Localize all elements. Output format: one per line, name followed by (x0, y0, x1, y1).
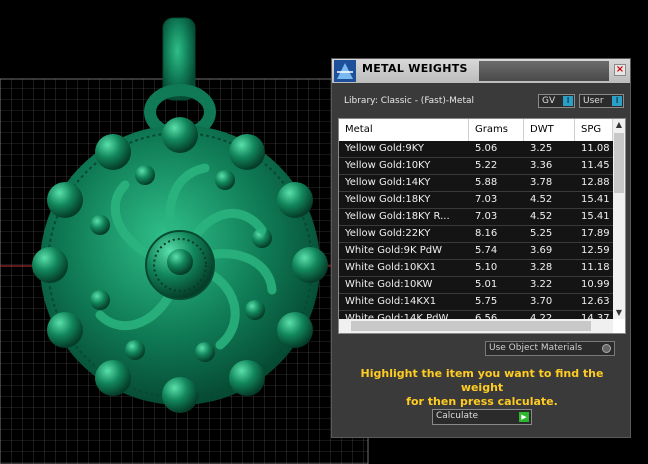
gv-switch-icon: I (563, 96, 573, 106)
table-row[interactable]: Yellow Gold:18KY R... 7.03 4.52 15.41 (339, 209, 613, 226)
table-row[interactable]: Yellow Gold:22KY 8.16 5.25 17.89 (339, 226, 613, 243)
table-row[interactable]: Yellow Gold:9KY 5.06 3.25 11.08 (339, 141, 613, 158)
calculate-button[interactable]: Calculate ▶ (432, 409, 532, 425)
user-toggle[interactable]: User I (579, 94, 624, 108)
scale-logo-icon (334, 60, 356, 82)
use-object-materials-label: Use Object Materials (489, 343, 583, 353)
cell-spg: 10.99 (581, 279, 610, 290)
panel-title: METAL WEIGHTS (362, 62, 468, 75)
radio-icon (602, 344, 611, 353)
column-header-dwt[interactable]: DWT (524, 119, 575, 141)
cell-metal: White Gold:9K PdW (345, 245, 442, 256)
horizontal-scroll-thumb[interactable] (351, 321, 591, 331)
cell-spg: 12.88 (581, 177, 610, 188)
table-row[interactable]: Yellow Gold:10KY 5.22 3.36 11.45 (339, 158, 613, 175)
cell-metal: White Gold:10KX1 (345, 262, 437, 273)
cell-dwt: 3.70 (530, 296, 553, 307)
table-row[interactable]: White Gold:10KW 5.01 3.22 10.99 (339, 277, 613, 294)
cell-grams: 5.88 (475, 177, 498, 188)
cell-metal: Yellow Gold:18KY (345, 194, 431, 205)
metal-table: Metal Grams DWT SPG Yellow Gold:9KY 5.06 3… (338, 118, 626, 334)
cell-spg: 15.41 (581, 211, 610, 222)
instruction-line-2: for then press calculate. (406, 395, 558, 408)
titlebar-dark-band (479, 61, 609, 81)
gv-toggle[interactable]: GV I (538, 94, 575, 108)
cell-metal: White Gold:10KW (345, 279, 433, 290)
cell-grams: 5.10 (475, 262, 498, 273)
cell-spg: 17.89 (581, 228, 610, 239)
vertical-scroll-thumb[interactable] (614, 133, 624, 193)
cell-dwt: 3.22 (530, 279, 553, 290)
cell-dwt: 3.28 (530, 262, 553, 273)
cell-metal: Yellow Gold:10KY (345, 160, 431, 171)
calculate-label: Calculate (436, 411, 479, 421)
cell-metal: Yellow Gold:9KY (345, 143, 424, 154)
table-row[interactable]: White Gold:10KX1 5.10 3.28 11.18 (339, 260, 613, 277)
cell-spg: 12.59 (581, 245, 610, 256)
cell-grams: 7.03 (475, 194, 498, 205)
close-button[interactable]: × (614, 64, 626, 76)
cell-dwt: 5.25 (530, 228, 553, 239)
user-switch-icon: I (612, 96, 622, 106)
horizontal-scrollbar[interactable] (339, 319, 613, 333)
table-header: Metal Grams DWT SPG (339, 119, 613, 141)
panel-titlebar[interactable]: METAL WEIGHTS × (332, 59, 630, 83)
table-row[interactable]: Yellow Gold:18KY 7.03 4.52 15.41 (339, 192, 613, 209)
cell-grams: 5.06 (475, 143, 498, 154)
cell-spg: 11.08 (581, 143, 610, 154)
column-header-spg[interactable]: SPG (575, 119, 613, 141)
table-body: Yellow Gold:9KY 5.06 3.25 11.08 Yellow Gold:… (339, 141, 613, 328)
table-row[interactable]: White Gold:14KX1 5.75 3.70 12.63 (339, 294, 613, 311)
gv-toggle-label: GV (542, 96, 556, 106)
library-label: Library: Classic - (Fast)-Metal (344, 96, 475, 106)
cell-metal: Yellow Gold:22KY (345, 228, 431, 239)
vertical-scrollbar[interactable]: ▲ ▼ (613, 119, 625, 319)
cell-dwt: 3.25 (530, 143, 553, 154)
cell-dwt: 3.69 (530, 245, 553, 256)
table-row[interactable]: White Gold:9K PdW 5.74 3.69 12.59 (339, 243, 613, 260)
instruction-line-1: Highlight the item you want to find the … (360, 367, 604, 394)
scroll-down-icon[interactable]: ▼ (614, 308, 624, 318)
cell-grams: 8.16 (475, 228, 498, 239)
close-icon: × (615, 64, 625, 75)
cell-grams: 5.75 (475, 296, 498, 307)
column-header-metal[interactable]: Metal (339, 119, 469, 141)
cell-spg: 11.45 (581, 160, 610, 171)
cell-grams: 5.22 (475, 160, 498, 171)
instruction-text: Highlight the item you want to find the … (342, 367, 622, 409)
cell-spg: 12.63 (581, 296, 610, 307)
table-row[interactable]: Yellow Gold:14KY 5.88 3.78 12.88 (339, 175, 613, 192)
cell-dwt: 3.78 (530, 177, 553, 188)
cell-metal: Yellow Gold:18KY R... (345, 211, 450, 222)
cell-grams: 7.03 (475, 211, 498, 222)
cell-grams: 5.74 (475, 245, 498, 256)
scroll-up-icon[interactable]: ▲ (614, 120, 624, 130)
play-arrow-icon: ▶ (519, 412, 529, 422)
cell-grams: 5.01 (475, 279, 498, 290)
cell-metal: Yellow Gold:14KY (345, 177, 431, 188)
cell-metal: White Gold:14KX1 (345, 296, 437, 307)
cell-spg: 15.41 (581, 194, 610, 205)
user-toggle-label: User (583, 96, 604, 106)
cell-dwt: 3.36 (530, 160, 553, 171)
metal-weights-panel: METAL WEIGHTS × Library: Classic - (Fast… (331, 58, 631, 438)
cell-dwt: 4.52 (530, 194, 553, 205)
cell-dwt: 4.52 (530, 211, 553, 222)
cell-spg: 11.18 (581, 262, 610, 273)
use-object-materials-toggle[interactable]: Use Object Materials (485, 341, 615, 356)
column-header-grams[interactable]: Grams (469, 119, 524, 141)
